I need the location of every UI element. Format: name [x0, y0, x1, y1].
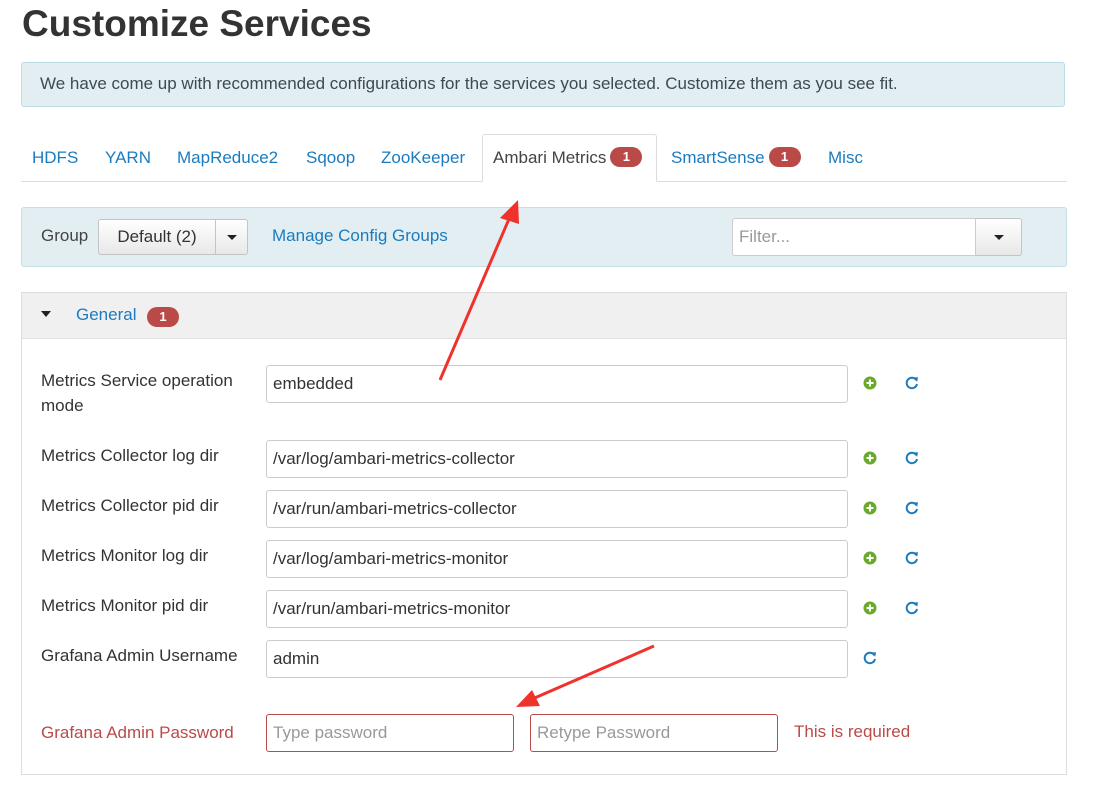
field-label: Metrics Service operation mode	[41, 371, 233, 415]
error-message: This is required	[794, 722, 911, 741]
section-title[interactable]: General	[76, 305, 136, 325]
plus-circle-icon[interactable]	[862, 450, 878, 466]
group-select-button[interactable]: Default (2)	[98, 219, 216, 255]
collector-pid-dir-input[interactable]	[266, 490, 848, 528]
tab-label: Misc	[828, 148, 863, 167]
plus-circle-icon[interactable]	[862, 600, 878, 616]
retype-password-field[interactable]	[530, 714, 778, 752]
field-label: Metrics Monitor log dir	[41, 546, 209, 565]
filter-dropdown-toggle[interactable]	[976, 218, 1022, 256]
tab-sqoop[interactable]: Sqoop	[306, 134, 355, 182]
tab-zookeeper[interactable]: ZooKeeper	[381, 134, 465, 182]
manage-config-groups-link[interactable]: Manage Config Groups	[272, 226, 448, 246]
tab-label: HDFS	[32, 148, 79, 167]
group-label: Group	[41, 226, 89, 245]
tab-hdfs[interactable]: HDFS	[32, 134, 78, 182]
field-label: Metrics Collector pid dir	[41, 496, 219, 515]
caret-down-icon	[993, 234, 1004, 240]
grafana-username-input[interactable]	[266, 640, 848, 678]
collector-log-dir-input[interactable]	[266, 440, 848, 478]
tab-ambari-metrics[interactable]: Ambari Metrics 1	[482, 134, 657, 182]
monitor-pid-dir-input[interactable]	[266, 590, 848, 628]
field-label: Grafana Admin Password	[41, 723, 234, 742]
tab-smartsense[interactable]: SmartSense 1	[671, 134, 801, 182]
info-alert: We have come up with recommended configu…	[21, 62, 1065, 107]
group-dropdown-toggle[interactable]	[216, 219, 248, 255]
undo-icon[interactable]	[862, 650, 878, 666]
tab-label: SmartSense	[671, 148, 765, 167]
field-label: Metrics Collector log dir	[41, 446, 219, 465]
undo-icon[interactable]	[904, 550, 920, 566]
tab-badge: 1	[610, 147, 643, 167]
plus-circle-icon[interactable]	[862, 550, 878, 566]
group-dropdown: Default (2)	[98, 219, 248, 255]
filter-control	[732, 218, 1022, 256]
monitor-log-dir-input[interactable]	[266, 540, 848, 578]
operation-mode-input[interactable]	[266, 365, 848, 403]
tab-label: Ambari Metrics	[493, 148, 607, 167]
config-group-bar: Group Default (2) Manage Config Groups	[21, 207, 1067, 267]
field-label: Grafana Admin Username	[41, 646, 238, 665]
undo-icon[interactable]	[904, 375, 920, 391]
tab-misc[interactable]: Misc	[828, 134, 863, 182]
tab-badge: 1	[768, 147, 801, 167]
section-header[interactable]: General 1	[22, 293, 1066, 339]
field-label: Metrics Monitor pid dir	[41, 596, 209, 615]
section-badge: 1	[147, 307, 179, 327]
password-field[interactable]	[266, 714, 514, 752]
page: Customize Services We have come up with …	[0, 0, 1100, 786]
undo-icon[interactable]	[904, 600, 920, 616]
plus-circle-icon[interactable]	[862, 375, 878, 391]
undo-icon[interactable]	[904, 450, 920, 466]
filter-input[interactable]	[732, 218, 976, 256]
tab-yarn[interactable]: YARN	[105, 134, 151, 182]
page-title: Customize Services	[22, 3, 372, 44]
service-tabs: HDFS YARN MapReduce2 Sqoop ZooKeeper Amb…	[21, 134, 1067, 182]
collapse-caret-icon[interactable]	[41, 311, 51, 317]
tab-label: YARN	[105, 148, 151, 167]
tab-label: MapReduce2	[177, 148, 279, 167]
undo-icon[interactable]	[904, 500, 920, 516]
tab-label: Sqoop	[306, 148, 356, 167]
tab-mapreduce2[interactable]: MapReduce2	[177, 134, 278, 182]
general-section-panel: General 1 Metrics Service operation mode…	[21, 292, 1067, 775]
plus-circle-icon[interactable]	[862, 500, 878, 516]
group-value: Default (2)	[117, 227, 197, 246]
caret-down-icon	[226, 234, 237, 240]
tab-label: ZooKeeper	[381, 148, 466, 167]
